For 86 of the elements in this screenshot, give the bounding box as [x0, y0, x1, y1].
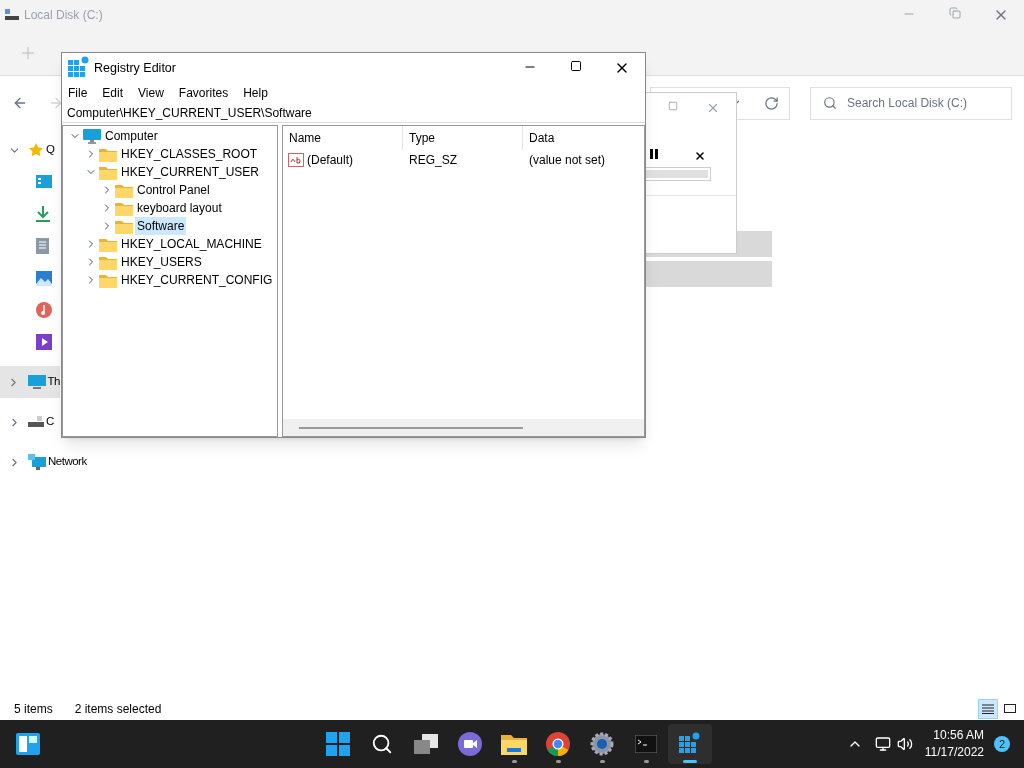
item-count: 5 items — [14, 701, 53, 718]
tile-icon — [1004, 704, 1016, 714]
video-chat-icon — [458, 732, 482, 756]
refresh-icon — [764, 95, 779, 111]
star-icon — [28, 142, 44, 158]
registry-key[interactable]: Computer — [103, 127, 160, 145]
registry-key[interactable]: HKEY_CLASSES_ROOT — [119, 145, 260, 163]
registry-key[interactable]: Software — [135, 217, 187, 235]
string-value-icon — [288, 153, 304, 167]
maximize-icon — [570, 60, 582, 72]
selection-count: 2 items selected — [74, 701, 162, 718]
nav-item[interactable]: Network — [0, 446, 88, 478]
network-icon — [28, 454, 46, 470]
monitor-icon — [27, 374, 46, 390]
folder-icon — [501, 733, 527, 755]
menu-item[interactable]: Edit — [102, 84, 124, 102]
pause-icon[interactable] — [650, 149, 658, 159]
video-icon — [36, 334, 52, 350]
maximize-icon[interactable] — [668, 101, 678, 111]
column-header[interactable]: Data — [523, 126, 644, 150]
value-type: REG_SZ — [408, 152, 458, 169]
menu-item[interactable]: View — [138, 84, 164, 102]
details-view-button[interactable] — [978, 699, 998, 719]
widgets-icon — [16, 733, 40, 755]
menu-item[interactable]: File — [68, 84, 88, 102]
menu-item[interactable]: Favorites — [178, 84, 229, 102]
close-button[interactable] — [694, 150, 706, 162]
folder-icon — [115, 218, 133, 234]
search-field[interactable]: Search Local Disk (C:) — [810, 86, 1012, 120]
folder-icon — [115, 200, 133, 216]
registry-icon — [679, 732, 701, 756]
registry-icon — [68, 56, 90, 80]
nav-item[interactable]: C — [0, 406, 55, 438]
search-icon — [371, 733, 393, 755]
picture-icon — [36, 270, 52, 286]
folder-icon — [99, 164, 117, 180]
start-icon — [326, 732, 350, 756]
document-icon — [36, 238, 49, 254]
registry-key[interactable]: HKEY_CURRENT_USER — [119, 163, 262, 181]
download-icon — [36, 206, 50, 222]
menu-item[interactable]: Help — [243, 84, 268, 102]
folder-icon — [99, 254, 117, 270]
widgets-button[interactable] — [16, 733, 40, 755]
clock-button[interactable]: 10:56 AM 11/17/2022 — [924, 727, 984, 761]
registry-key[interactable]: HKEY_USERS — [119, 253, 204, 271]
search-placeholder: Search Local Disk (C:) — [847, 95, 968, 112]
taskbar-app[interactable] — [668, 724, 712, 764]
back-button[interactable] — [12, 95, 28, 111]
close-icon — [694, 150, 706, 162]
browser-icon — [546, 732, 570, 756]
forward-arrow-icon — [48, 95, 64, 111]
registry-key[interactable]: Control Panel — [135, 181, 212, 199]
drive-icon — [5, 9, 19, 21]
window-title: Registry Editor — [94, 59, 176, 77]
folder-icon — [99, 146, 117, 162]
forward-button[interactable] — [48, 95, 64, 111]
value-data: (value not set) — [528, 152, 607, 169]
drive-icon — [28, 416, 44, 428]
registry-key[interactable]: HKEY_CURRENT_CONFIG — [119, 271, 275, 289]
close-icon[interactable] — [706, 101, 720, 115]
desktop-icon — [36, 175, 52, 189]
list-icon — [982, 704, 994, 714]
address-field[interactable]: Computer\HKEY_CURRENT_USER\Software — [62, 104, 645, 123]
monitor-icon[interactable] — [874, 736, 891, 752]
gear-icon — [590, 732, 614, 756]
scrollbar-thumb[interactable] — [299, 426, 523, 429]
plus-icon — [22, 46, 34, 59]
task-view-icon — [414, 734, 438, 754]
notification-badge[interactable]: 2 — [994, 736, 1010, 752]
registry-key[interactable]: HKEY_LOCAL_MACHINE — [119, 235, 264, 253]
restore-icon — [949, 7, 961, 19]
folder-icon — [99, 236, 117, 252]
window-title: Local Disk (C:) — [24, 7, 103, 24]
nav-item[interactable]: Th — [0, 366, 60, 398]
folder-icon — [99, 272, 117, 288]
search-icon — [823, 96, 837, 110]
nav-item[interactable]: Q — [0, 134, 56, 166]
speaker-icon[interactable] — [896, 736, 913, 752]
registry-key[interactable]: keyboard layout — [135, 199, 224, 217]
column-header[interactable]: Type — [403, 126, 523, 150]
folder-icon — [115, 182, 133, 198]
value-name[interactable]: (Default) — [307, 151, 353, 169]
monitor-icon — [83, 128, 101, 144]
column-header[interactable]: Name — [283, 126, 403, 150]
terminal-icon — [635, 735, 657, 753]
music-icon — [36, 302, 52, 318]
